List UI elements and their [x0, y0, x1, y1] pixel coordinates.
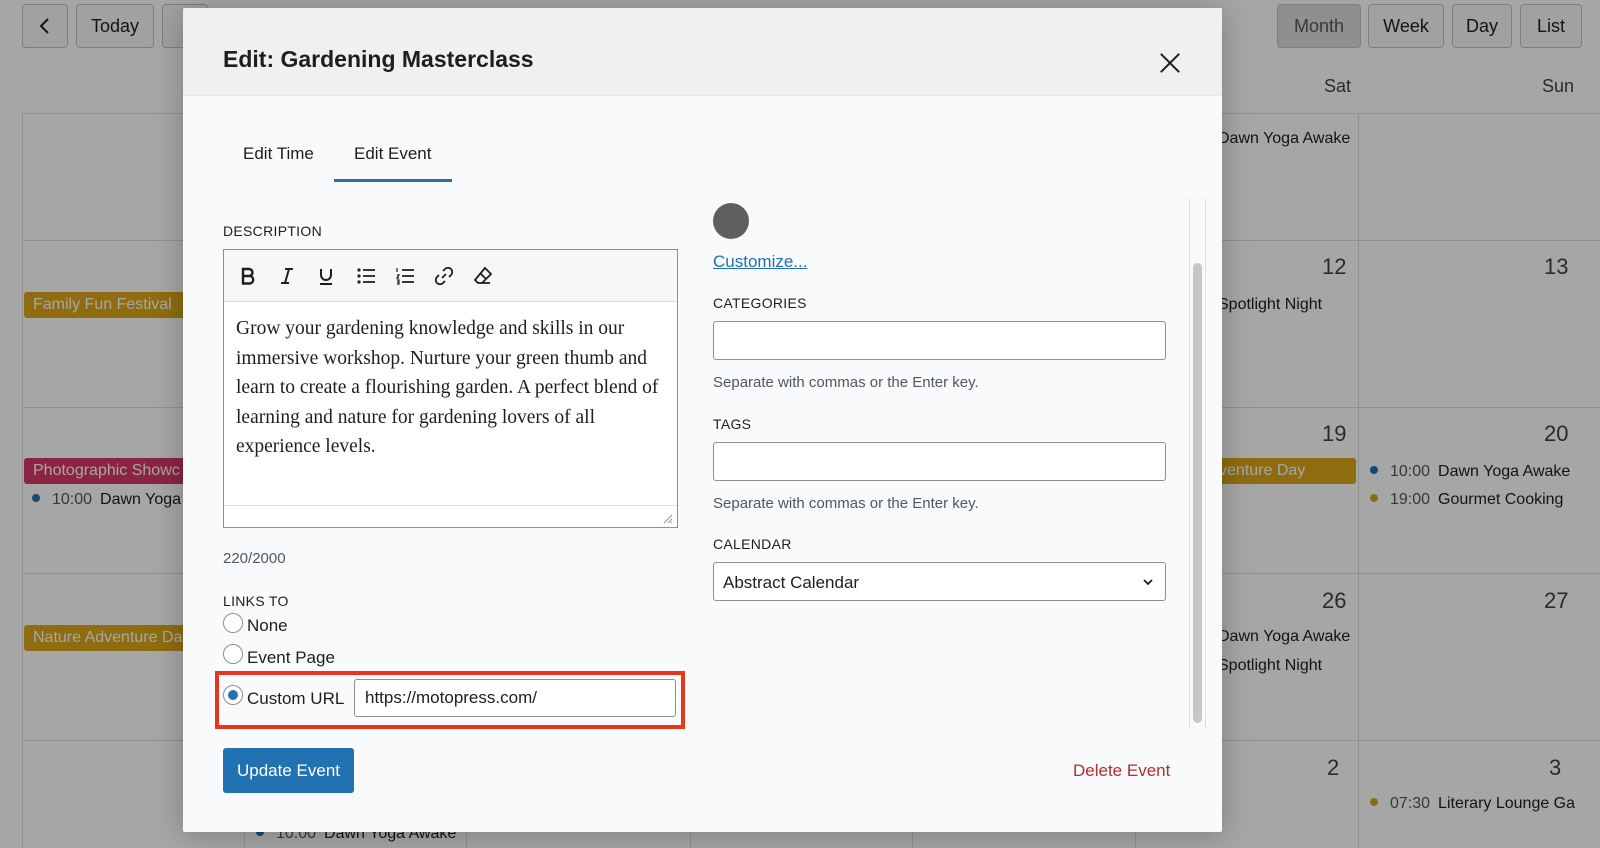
- eraser-icon[interactable]: [469, 262, 497, 290]
- tags-input[interactable]: [713, 442, 1166, 481]
- bullet-list-icon[interactable]: [352, 262, 380, 290]
- radio-none[interactable]: [223, 613, 243, 633]
- scrollbar-track: [1205, 198, 1206, 728]
- description-editor[interactable]: Grow your gardening knowledge and skills…: [223, 249, 678, 528]
- scrollbar-track: [1189, 198, 1190, 728]
- italic-icon[interactable]: [273, 262, 301, 290]
- categories-label: CATEGORIES: [713, 295, 807, 311]
- radio-event-page[interactable]: [223, 644, 243, 664]
- event-color-swatch[interactable]: [713, 203, 749, 239]
- chevron-down-icon: [1143, 579, 1153, 586]
- highlight-box: [215, 671, 685, 729]
- numbered-list-icon[interactable]: [391, 262, 419, 290]
- calendar-select-value: Abstract Calendar: [723, 573, 860, 592]
- categories-input[interactable]: [713, 321, 1166, 360]
- scrollbar-thumb[interactable]: [1193, 263, 1202, 723]
- tags-label: TAGS: [713, 416, 752, 432]
- editor-toolbar: [224, 250, 677, 302]
- description-label: DESCRIPTION: [223, 223, 322, 239]
- links-to-label: LINKS TO: [223, 593, 289, 609]
- customize-color-link[interactable]: Customize...: [713, 252, 807, 272]
- edit-event-modal: Edit: Gardening Masterclass Edit Time Ed…: [183, 8, 1222, 832]
- link-icon[interactable]: [430, 262, 458, 290]
- categories-hint: Separate with commas or the Enter key.: [713, 374, 979, 391]
- underline-icon[interactable]: [312, 262, 340, 290]
- update-event-button[interactable]: Update Event: [223, 748, 354, 793]
- tags-hint: Separate with commas or the Enter key.: [713, 495, 979, 512]
- calendar-select[interactable]: Abstract Calendar: [713, 562, 1166, 601]
- delete-event-link[interactable]: Delete Event: [1073, 761, 1170, 781]
- modal-header: Edit: Gardening Masterclass: [183, 8, 1222, 96]
- description-text[interactable]: Grow your gardening knowledge and skills…: [236, 314, 661, 462]
- radio-event-page-label[interactable]: Event Page: [247, 648, 335, 668]
- modal-title: Edit: Gardening Masterclass: [223, 46, 534, 72]
- bold-icon[interactable]: [234, 262, 262, 290]
- tab-edit-time[interactable]: Edit Time: [243, 133, 314, 182]
- radio-none-label[interactable]: None: [247, 616, 288, 636]
- calendar-label: CALENDAR: [713, 536, 792, 552]
- character-counter: 220/2000: [223, 550, 286, 567]
- resize-handle-icon[interactable]: [661, 512, 673, 524]
- editor-statusbar: [224, 505, 677, 527]
- tab-edit-event[interactable]: Edit Event: [334, 133, 452, 182]
- close-icon[interactable]: [1156, 49, 1184, 77]
